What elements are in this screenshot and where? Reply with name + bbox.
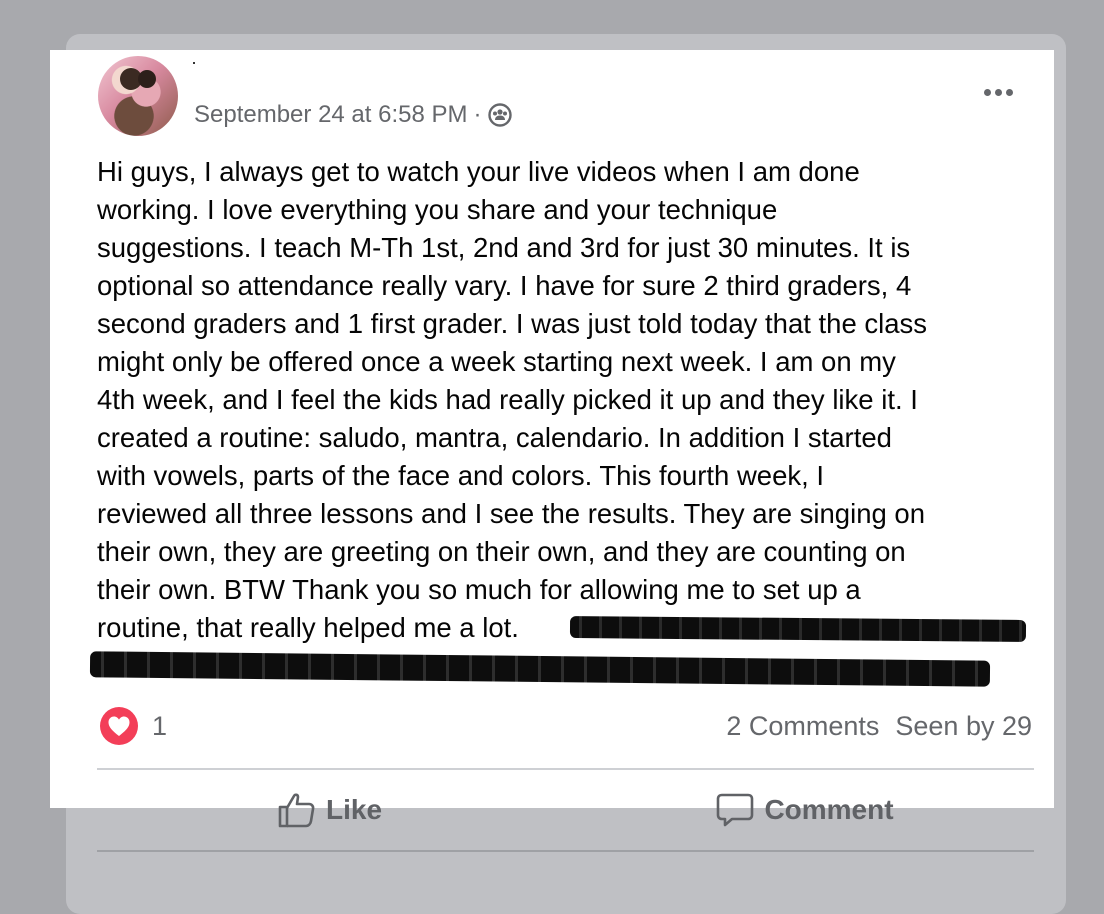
comment-button[interactable]: Comment — [700, 784, 910, 836]
meta-separator: · — [473, 101, 482, 128]
reaction-count: 1 — [152, 710, 168, 741]
post-timestamp[interactable]: September 24 at 6:58 PM — [194, 101, 468, 129]
comments-count-link[interactable]: 2 Comments — [726, 711, 879, 742]
dot — [983, 88, 991, 96]
author-avatar[interactable] — [98, 56, 178, 136]
author-name[interactable] — [193, 62, 195, 64]
post-meta: September 24 at 6:58 PM · — [194, 100, 512, 130]
thumbs-up-icon — [278, 793, 315, 828]
reactions-summary[interactable]: 1 — [100, 704, 167, 748]
comment-label: Comment — [764, 794, 894, 825]
seen-by-count[interactable]: Seen by 29 — [895, 711, 1032, 742]
post-stats: 2 Comments Seen by 29 — [726, 708, 1032, 744]
dot — [1005, 88, 1013, 96]
group-icon[interactable] — [487, 103, 512, 127]
post-body-text: Hi guys, I always get to watch your live… — [97, 156, 928, 643]
like-label: Like — [325, 794, 383, 825]
avatar-figure — [138, 70, 156, 88]
dot — [994, 88, 1002, 96]
comment-icon — [717, 793, 754, 827]
redacted-text — [569, 616, 1027, 642]
more-options-button[interactable] — [976, 76, 1020, 108]
like-button[interactable]: Like — [250, 784, 410, 836]
card-bottom-divider — [97, 850, 1034, 852]
actions-divider — [97, 768, 1034, 770]
heart-icon — [100, 707, 138, 745]
